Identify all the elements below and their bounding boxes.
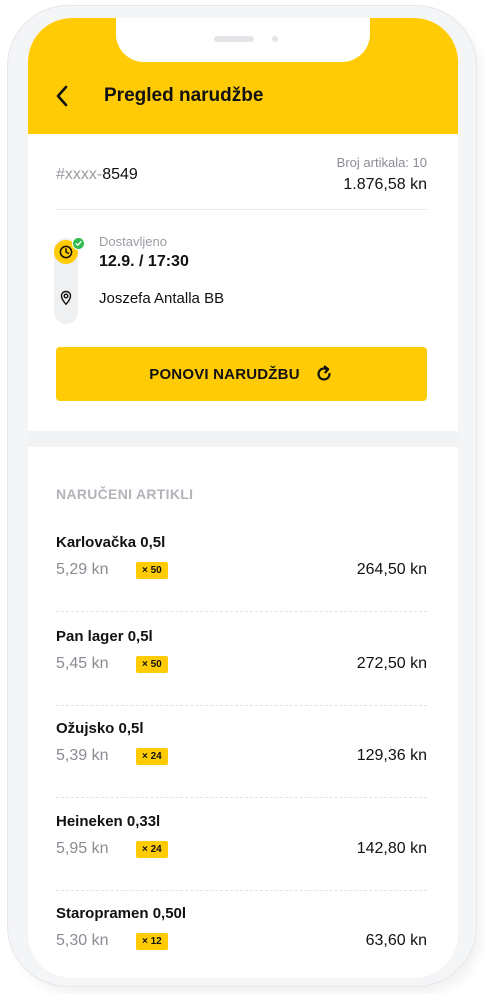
item-name: Heineken 0,33l [56,813,161,830]
item-name: Ožujsko 0,5l [56,720,144,737]
check-icon [72,237,85,250]
item-divider [56,705,427,706]
list-item[interactable]: Heineken 0,33l 5,95 kn × 24 142,80 kn [56,813,427,913]
item-count: Broj artikala: 10 [336,155,427,170]
item-total: 264,50 kn [356,561,427,578]
quantity-badge: × 50 [136,656,168,673]
device-notch [116,18,370,62]
back-button[interactable] [48,82,76,110]
item-divider [56,890,427,891]
item-name: Pan lager 0,5l [56,628,153,645]
quantity-badge: × 12 [136,933,168,950]
reorder-button[interactable]: PONOVI NARUDŽBU [56,347,427,401]
quantity-badge: × 50 [136,562,168,579]
section-title: NARUČENI ARTIKLI [56,486,194,502]
list-item[interactable]: Staropramen 0,50l 5,30 kn × 12 63,60 kn [56,905,427,978]
list-item[interactable]: Pan lager 0,5l 5,45 kn × 50 272,50 kn [56,628,427,728]
screen: Pregled narudžbe #xxxx-8549 Broj artikal… [28,18,458,978]
item-total: 142,80 kn [356,840,427,857]
app-header: Pregled narudžbe [28,18,458,134]
speaker-grille [214,36,254,42]
reorder-button-label: PONOVI NARUDŽBU [149,365,300,383]
item-unit-price: 5,30 kn [56,932,109,949]
item-unit-price: 5,45 kn [56,655,109,672]
order-number-value: 8549 [102,166,138,183]
item-total: 272,50 kn [356,655,427,672]
order-number-prefix: #xxxx- [56,166,103,183]
quantity-badge: × 24 [136,748,168,765]
delivery-status: Dostavljeno [99,234,167,249]
order-number: #xxxx-8549 [56,166,138,184]
delivery-datetime: 12.9. / 17:30 [99,253,189,270]
order-total: 1.876,58 kn [343,176,427,193]
delivery-address: Joszefa Antalla BB [99,290,225,307]
item-divider [56,611,427,612]
list-item[interactable]: Ožujsko 0,5l 5,39 kn × 24 129,36 kn [56,720,427,820]
item-unit-price: 5,29 kn [56,561,109,578]
item-name: Staropramen 0,50l [56,905,187,922]
list-item[interactable]: Karlovačka 0,5l 5,29 kn × 50 264,50 kn [56,534,427,634]
refresh-icon [317,365,331,381]
item-name: Karlovačka 0,5l [56,534,166,551]
chevron-left-icon [56,85,68,107]
location-pin-icon [60,290,72,306]
item-unit-price: 5,95 kn [56,840,109,857]
front-camera [272,36,278,42]
item-total: 63,60 kn [365,932,427,949]
section-separator [28,431,458,447]
page-title: Pregled narudžbe [104,85,264,106]
divider [56,209,427,210]
item-unit-price: 5,39 kn [56,747,109,764]
item-divider [56,797,427,798]
item-total: 129,36 kn [356,747,427,764]
quantity-badge: × 24 [136,841,168,858]
